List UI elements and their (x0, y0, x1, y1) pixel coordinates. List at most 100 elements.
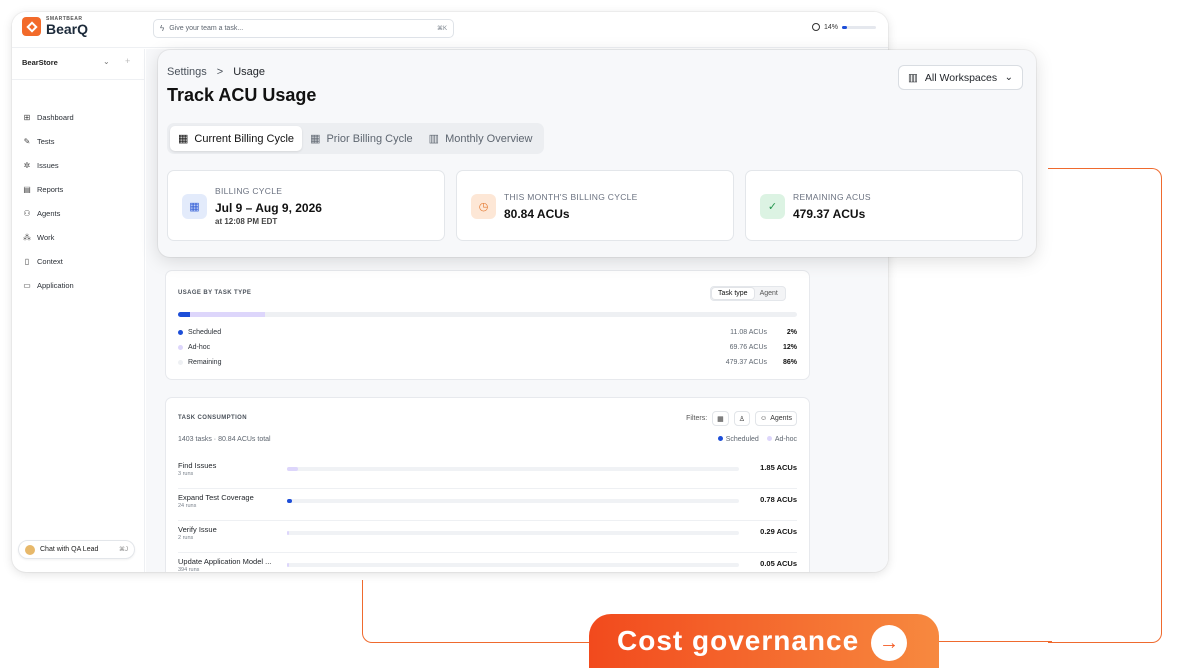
search-placeholder: Give your team a task... (169, 25, 244, 32)
task-summary: 1403 tasks · 80.84 ACUs total (178, 436, 271, 443)
agents-icon: ⚇ (23, 208, 31, 218)
connector-line (362, 580, 592, 643)
remaining-acus-card: ✓ REMAINING ACUS 479.37 ACUs (745, 170, 1023, 241)
task-bar (287, 531, 739, 535)
adhoc-segment (190, 312, 265, 317)
chevron-down-icon[interactable]: ⌄ (103, 57, 110, 66)
divider (12, 79, 145, 80)
adhoc-fill (287, 467, 298, 471)
scheduled-fill (287, 499, 292, 503)
bear-logo-icon (22, 17, 41, 36)
billing-tabs: ▦ Current Billing Cycle ▦ Prior Billing Cy… (167, 123, 544, 154)
logo[interactable]: SMARTBEAR BearQ (22, 17, 88, 36)
month-usage-card: ◷ THIS MONTH'S BILLING CYCLE 80.84 ACUs (456, 170, 734, 241)
sidebar-item-agents[interactable]: ⚇ Agents (23, 201, 74, 225)
tab-prior-billing-cycle[interactable]: ▦ Prior Billing Cycle (302, 126, 421, 151)
sidebar-item-issues[interactable]: ✲ Issues (23, 153, 74, 177)
sidebar-item-context[interactable]: ▯ Context (23, 249, 74, 273)
toggle-agent[interactable]: Agent (754, 288, 784, 299)
task-row[interactable]: Expand Test Coverage 24 runs 0.78 ACUs (178, 489, 797, 521)
usage-indicator[interactable]: 14% (812, 23, 877, 31)
usage-row-scheduled: Scheduled 11.08 ACUs 2% (178, 326, 797, 338)
task-acus: 0.29 ACUs (760, 527, 797, 536)
top-bar: SMARTBEAR BearQ ϟ Give your team a task.… (12, 12, 888, 48)
cta-label: Cost governance (617, 625, 860, 656)
connector-line (1048, 168, 1162, 643)
breadcrumb: Settings > Usage (167, 66, 265, 78)
task-row[interactable]: Find Issues 3 runs 1.85 ACUs (178, 457, 797, 489)
billing-cycle-card: ▦ BILLING CYCLE Jul 9 – Aug 9, 2026 at 1… (167, 170, 445, 241)
page-title: Track ACU Usage (167, 85, 317, 105)
sidebar-item-dashboard[interactable]: ⊞ Dashboard (23, 105, 74, 129)
task-name: Find Issues (178, 461, 217, 470)
report-icon: ▤ (23, 184, 31, 194)
group-toggle: Task type Agent (710, 286, 786, 301)
breadcrumb-settings[interactable]: Settings (167, 66, 207, 78)
check-circle-icon: ✓ (760, 194, 785, 219)
adhoc-fill (287, 563, 289, 567)
task-runs: 3 runs (178, 471, 194, 477)
agents-filter-button[interactable]: ☺ Agents (755, 411, 797, 426)
sidebar-nav: ⊞ Dashboard ✎ Tests ✲ Issues ▤ Reports ⚇ Agen… (23, 105, 74, 297)
chat-shortcut: ⌘J (119, 547, 128, 553)
task-name: Verify Issue (178, 525, 217, 534)
brand-name: BearQ (46, 21, 89, 37)
usage-row-adhoc: Ad-hoc 69.76 ACUs 12% (178, 341, 797, 353)
task-acus: 0.78 ACUs (760, 495, 797, 504)
user-filter-button[interactable]: ♙ (733, 411, 751, 426)
plus-icon[interactable]: + (125, 56, 130, 66)
task-row[interactable]: Update Application Model ... 394 runs 0.05… (178, 553, 797, 572)
task-acus: 0.05 ACUs (760, 559, 797, 568)
target-icon (812, 23, 820, 31)
chat-qa-lead-button[interactable]: Chat with QA Lead ⌘J (18, 540, 135, 559)
filters-label: Filters: (686, 415, 708, 422)
task-runs: 394 runs (178, 567, 200, 572)
workspace-select[interactable]: ▥ All Workspaces ⌄ (898, 65, 1023, 90)
task-name: Expand Test Coverage (178, 493, 254, 502)
chat-label: Chat with QA Lead (40, 546, 99, 553)
task-row[interactable]: Verify Issue 2 runs 0.29 ACUs (178, 521, 797, 553)
usage-header-panel: Settings > Usage Track ACU Usage ▥ All W… (158, 50, 1036, 257)
task-bar (287, 499, 739, 503)
work-icon: ⁂ (23, 232, 31, 242)
task-bar (287, 467, 739, 471)
task-search-input[interactable]: ϟ Give your team a task... ⌘K (153, 19, 454, 38)
workspace-name[interactable]: BearStore (22, 58, 58, 67)
tab-current-billing-cycle[interactable]: ▦ Current Billing Cycle (170, 126, 303, 151)
section-title: USAGE BY TASK TYPE (178, 290, 252, 296)
chevron-down-icon: ⌄ (1004, 72, 1013, 83)
calendar-icon: ▦ (310, 133, 321, 145)
toggle-task-type[interactable]: Task type (712, 288, 754, 299)
robot-icon: ☺ (760, 415, 768, 422)
search-shortcut: ⌘K (436, 26, 447, 32)
grid-icon: ⊞ (23, 112, 31, 122)
dot-icon (178, 359, 183, 365)
connector-line (936, 641, 1052, 642)
usage-percent: 14% (824, 23, 839, 31)
building-icon: ▥ (908, 71, 918, 84)
bar-chart-icon: ▥ (428, 133, 440, 145)
sidebar-item-tests[interactable]: ✎ Tests (23, 129, 74, 153)
adhoc-fill (287, 531, 289, 535)
calendar-icon: ▦ (178, 133, 189, 145)
task-runs: 24 runs (178, 503, 197, 509)
sidebar: BearStore ⌄ + ⊞ Dashboard ✎ Tests ✲ Issues … (12, 49, 145, 572)
breadcrumb-usage: Usage (233, 66, 265, 78)
bug-icon: ✲ (23, 160, 31, 170)
scheduled-segment (178, 312, 191, 317)
arrow-right-icon[interactable]: → (871, 625, 907, 661)
avatar (25, 544, 35, 555)
task-runs: 2 runs (178, 535, 194, 541)
task-legend: Scheduled Ad-hoc (717, 436, 797, 443)
sidebar-item-reports[interactable]: ▤ Reports (23, 177, 74, 201)
calendar-icon: ▦ (182, 194, 207, 219)
stage: SMARTBEAR BearQ ϟ Give your team a task.… (0, 0, 1200, 668)
sidebar-item-work[interactable]: ⁂ Work (23, 225, 74, 249)
clock-icon: ◷ (471, 194, 496, 219)
tab-monthly-overview[interactable]: ▥ Monthly Overview (421, 126, 541, 151)
sidebar-item-application[interactable]: ▭ Application (23, 273, 73, 297)
pencil-icon: ✎ (23, 136, 31, 146)
dot-icon (178, 329, 183, 335)
usage-bar (842, 25, 877, 29)
calendar-filter-button[interactable]: ▦ (712, 411, 729, 426)
